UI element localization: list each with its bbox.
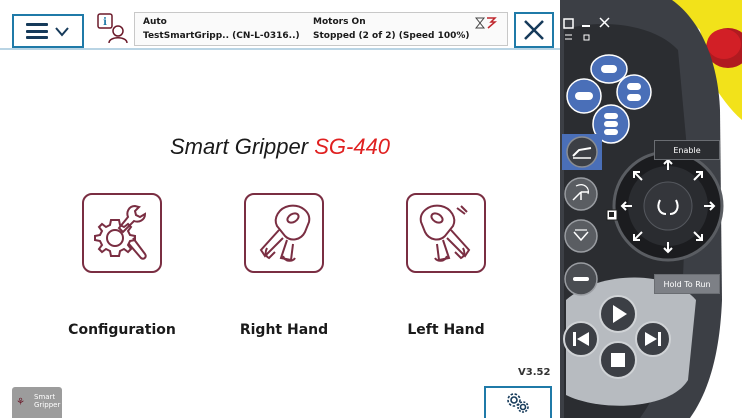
status-panel[interactable]: Auto TestSmartGripp.. (CN-L-0316..) Moto… — [134, 12, 508, 46]
chevron-down-icon — [55, 27, 69, 37]
left-hand-gripper-icon — [419, 204, 471, 262]
signal-icon — [475, 17, 497, 29]
page-title: Smart Gripper SG-440 — [0, 134, 560, 160]
step-backward-button[interactable] — [562, 320, 600, 358]
increment-key[interactable] — [564, 262, 598, 296]
configuration-tile[interactable] — [82, 193, 162, 273]
right-hand-tile[interactable] — [244, 193, 324, 273]
taskbar-item-label: Smart Gripper — [34, 393, 60, 409]
gear-wrench-icon — [94, 204, 147, 260]
select-mechanical-unit-key[interactable] — [562, 134, 602, 170]
window-controls[interactable] — [562, 16, 618, 44]
enable-device-label[interactable]: Enable — [654, 140, 720, 160]
abb-menu-button[interactable] — [12, 14, 84, 48]
stop-button[interactable] — [598, 340, 638, 380]
left-hand-label[interactable]: Left Hand — [366, 322, 526, 338]
toggle-motion-mode-key[interactable] — [564, 176, 598, 212]
quickset-gears-icon — [507, 393, 529, 413]
motors-state: Motors On — [313, 17, 366, 27]
flexpendant-screen: i Auto TestSmartGripp.. (CN-L-0316..) Mo… — [0, 0, 560, 418]
operating-mode: Auto — [143, 17, 167, 27]
right-hand-label[interactable]: Right Hand — [204, 322, 364, 338]
task-name: TestSmartGripp.. (CN-L-0316..) — [143, 31, 300, 41]
taskbar-item-line1: Smart — [34, 393, 56, 401]
left-hand-tile[interactable] — [406, 193, 486, 273]
svg-text:i: i — [103, 17, 107, 28]
toggle-increment-key[interactable] — [564, 218, 598, 254]
step-forward-button[interactable] — [634, 320, 672, 358]
flexpendant-hardware: Enable Hold To Run — [560, 0, 742, 418]
joystick-lock-icon — [606, 206, 618, 221]
taskbar-smart-gripper[interactable]: ⚘ Smart Gripper — [12, 387, 62, 418]
configuration-label[interactable]: Configuration — [42, 322, 202, 338]
model-name: SG-440 — [314, 134, 391, 159]
taskbar-item-line2: Gripper — [34, 401, 61, 409]
right-hand-gripper-icon — [259, 204, 311, 262]
close-icon — [524, 20, 544, 40]
run-state: Stopped (2 of 2) (Speed 100%) — [313, 31, 470, 41]
hamburger-icon — [26, 23, 48, 39]
version-label: V3.52 — [518, 367, 551, 378]
start-button[interactable] — [598, 294, 638, 334]
user-info-icon[interactable]: i — [96, 12, 128, 44]
quickset-button[interactable] — [484, 386, 552, 418]
close-button[interactable] — [514, 12, 554, 48]
joystick[interactable] — [612, 150, 724, 262]
gripper-app-icon: ⚘ — [16, 397, 25, 408]
hold-to-run-label[interactable]: Hold To Run — [654, 274, 720, 294]
top-bar: i Auto TestSmartGripp.. (CN-L-0316..) Mo… — [0, 0, 560, 50]
app-title: Smart Gripper — [169, 134, 309, 159]
